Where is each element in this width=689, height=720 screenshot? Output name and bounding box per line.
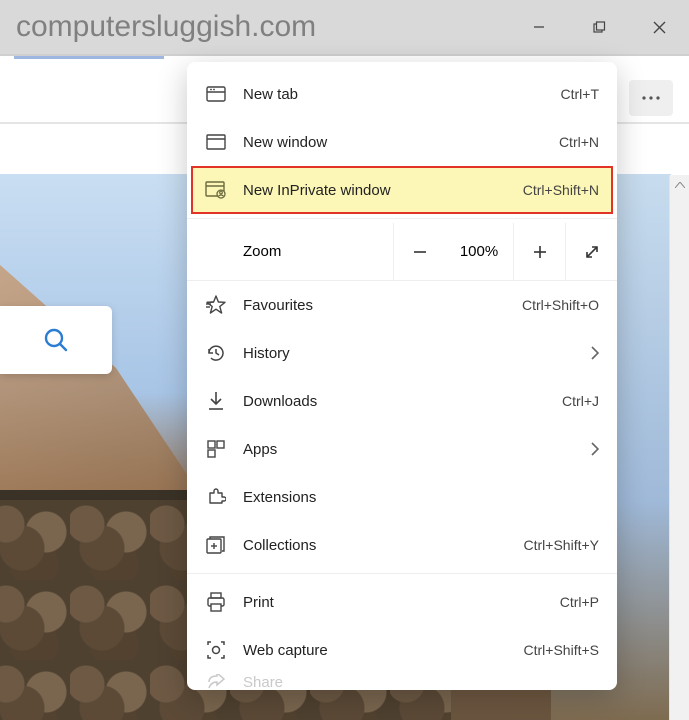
menu-downloads[interactable]: Downloads Ctrl+J: [187, 377, 617, 425]
menu-item-label: New InPrivate window: [243, 182, 523, 199]
menu-new-inprivate-window[interactable]: New InPrivate window Ctrl+Shift+N: [191, 166, 613, 214]
window-controls: [509, 0, 689, 54]
menu-favourites[interactable]: Favourites Ctrl+Shift+O: [187, 281, 617, 329]
menu-item-label: Share: [243, 674, 599, 690]
menu-item-label: Print: [243, 594, 560, 611]
web-capture-icon: [205, 639, 227, 661]
zoom-in-button[interactable]: [513, 223, 565, 280]
zoom-label: Zoom: [205, 243, 393, 260]
print-icon: [205, 591, 227, 613]
watermark-text: computersluggish.com: [16, 10, 316, 44]
star-icon: [205, 294, 227, 316]
menu-item-shortcut: Ctrl+T: [561, 86, 600, 102]
download-icon: [205, 390, 227, 412]
menu-item-label: Extensions: [243, 489, 599, 506]
menu-new-tab[interactable]: New tab Ctrl+T: [187, 70, 617, 118]
menu-separator: [187, 573, 617, 574]
new-tab-icon: [205, 83, 227, 105]
menu-print[interactable]: Print Ctrl+P: [187, 578, 617, 626]
menu-item-shortcut: Ctrl+Shift+Y: [524, 537, 599, 553]
new-window-icon: [205, 131, 227, 153]
menu-item-label: Apps: [243, 441, 579, 458]
chevron-right-icon: [591, 442, 599, 456]
vertical-scrollbar[interactable]: [669, 175, 689, 720]
chevron-right-icon: [591, 346, 599, 360]
menu-item-shortcut: Ctrl+P: [560, 594, 599, 610]
menu-item-label: History: [243, 345, 579, 362]
history-icon: [205, 342, 227, 364]
apps-icon: [205, 438, 227, 460]
search-button[interactable]: [0, 306, 112, 374]
menu-item-label: Collections: [243, 537, 524, 554]
scroll-up-button[interactable]: [670, 175, 689, 195]
menu-item-label: New tab: [243, 86, 561, 103]
menu-item-label: New window: [243, 134, 559, 151]
close-button[interactable]: [629, 0, 689, 54]
menu-history[interactable]: History: [187, 329, 617, 377]
zoom-value: 100%: [445, 223, 513, 280]
menu-share[interactable]: Share: [187, 674, 617, 690]
collections-icon: [205, 534, 227, 556]
search-icon: [41, 325, 71, 355]
menu-item-shortcut: Ctrl+N: [559, 134, 599, 150]
menu-item-label: Web capture: [243, 642, 524, 659]
settings-and-more-button[interactable]: [629, 80, 673, 116]
fullscreen-button[interactable]: [565, 223, 617, 280]
menu-item-shortcut: Ctrl+Shift+S: [524, 642, 599, 658]
menu-item-shortcut: Ctrl+Shift+N: [523, 182, 599, 198]
active-tab-indicator: [14, 56, 164, 59]
menu-extensions[interactable]: Extensions: [187, 473, 617, 521]
menu-separator: [187, 218, 617, 219]
menu-item-label: Favourites: [243, 297, 522, 314]
zoom-controls: 100%: [393, 223, 617, 280]
inprivate-icon: [205, 179, 227, 201]
menu-collections[interactable]: Collections Ctrl+Shift+Y: [187, 521, 617, 569]
minimize-button[interactable]: [509, 0, 569, 54]
window-titlebar: computersluggish.com: [0, 0, 689, 56]
menu-item-shortcut: Ctrl+J: [562, 393, 599, 409]
settings-menu: New tab Ctrl+T New window Ctrl+N New InP…: [187, 62, 617, 690]
menu-item-shortcut: Ctrl+Shift+O: [522, 297, 599, 313]
extensions-icon: [205, 486, 227, 508]
menu-new-window[interactable]: New window Ctrl+N: [187, 118, 617, 166]
menu-item-label: Downloads: [243, 393, 562, 410]
menu-zoom: Zoom 100%: [187, 223, 617, 281]
menu-apps[interactable]: Apps: [187, 425, 617, 473]
share-icon: [205, 674, 227, 690]
maximize-button[interactable]: [569, 0, 629, 54]
menu-web-capture[interactable]: Web capture Ctrl+Shift+S: [187, 626, 617, 674]
zoom-out-button[interactable]: [393, 223, 445, 280]
